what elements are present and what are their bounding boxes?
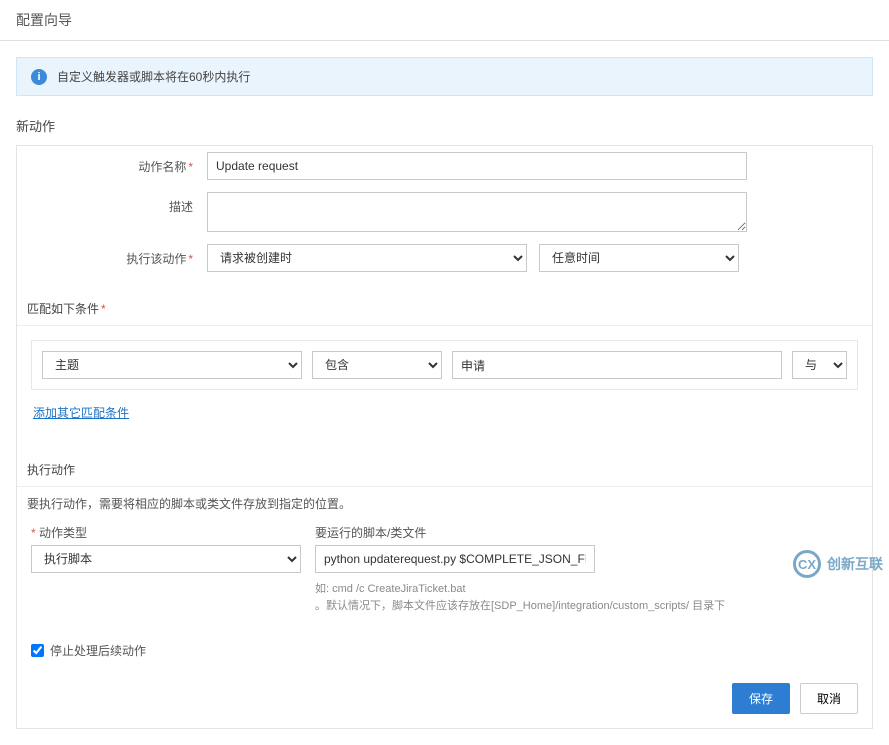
label-trigger: 执行该动作	[37, 244, 207, 267]
save-button[interactable]: 保存	[732, 683, 790, 714]
label-action-name: 动作名称	[37, 152, 207, 175]
checkbox-stop-processing[interactable]	[31, 644, 44, 657]
input-script[interactable]	[315, 545, 595, 573]
row-action-name: 动作名称	[17, 146, 872, 186]
label-script: 要运行的脚本/类文件	[315, 524, 725, 541]
brand-watermark: CX 创新互联	[793, 550, 883, 578]
section-new-action: 新动作	[0, 112, 889, 145]
criteria-box: 主题 包含 与 添加其它匹配条件	[17, 326, 872, 439]
brand-icon: CX	[793, 550, 821, 578]
info-banner: i 自定义触发器或脚本将在60秒内执行	[16, 57, 873, 96]
script-hint: 如: cmd /c CreateJiraTicket.bat 。默认情况下，脚本…	[315, 581, 725, 614]
page-title: 配置向导	[0, 0, 889, 41]
select-criteria-field[interactable]: 主题	[42, 351, 302, 379]
action-form-panel: 动作名称 描述 执行该动作 请求被创建时 任意时间 匹配如下条件 主题 包含 与	[16, 145, 873, 729]
label-description: 描述	[37, 192, 207, 215]
select-criteria-operator[interactable]: 包含	[312, 351, 442, 379]
select-action-type[interactable]: 执行脚本	[31, 545, 301, 573]
exec-header: 执行动作	[17, 453, 872, 487]
exec-description: 要执行动作，需要将相应的脚本或类文件存放到指定的位置。	[17, 487, 872, 520]
select-trigger[interactable]: 请求被创建时	[207, 244, 527, 272]
add-criteria-link[interactable]: 添加其它匹配条件	[33, 404, 129, 421]
stop-row: 停止处理后续动作	[17, 632, 872, 669]
label-action-type: 动作类型	[31, 524, 301, 541]
input-criteria-value[interactable]	[452, 351, 782, 379]
input-action-name[interactable]	[207, 152, 747, 180]
select-criteria-logic[interactable]: 与	[792, 351, 847, 379]
row-description: 描述	[17, 186, 872, 238]
exec-section: 要执行动作，需要将相应的脚本或类文件存放到指定的位置。 动作类型 执行脚本 要运…	[17, 487, 872, 632]
select-time[interactable]: 任意时间	[539, 244, 739, 272]
criteria-row: 主题 包含 与	[31, 340, 858, 390]
info-banner-text: 自定义触发器或脚本将在60秒内执行	[57, 68, 250, 85]
footer-buttons: 保存 取消	[17, 669, 872, 728]
row-trigger: 执行该动作 请求被创建时 任意时间	[17, 238, 872, 278]
textarea-description[interactable]	[207, 192, 747, 232]
exec-row: 动作类型 执行脚本 要运行的脚本/类文件 如: cmd /c CreateJir…	[17, 520, 872, 618]
brand-text: 创新互联	[827, 554, 883, 574]
criteria-header: 匹配如下条件	[17, 292, 872, 326]
label-stop-processing: 停止处理后续动作	[50, 642, 146, 659]
info-icon: i	[31, 69, 47, 85]
cancel-button[interactable]: 取消	[800, 683, 858, 714]
